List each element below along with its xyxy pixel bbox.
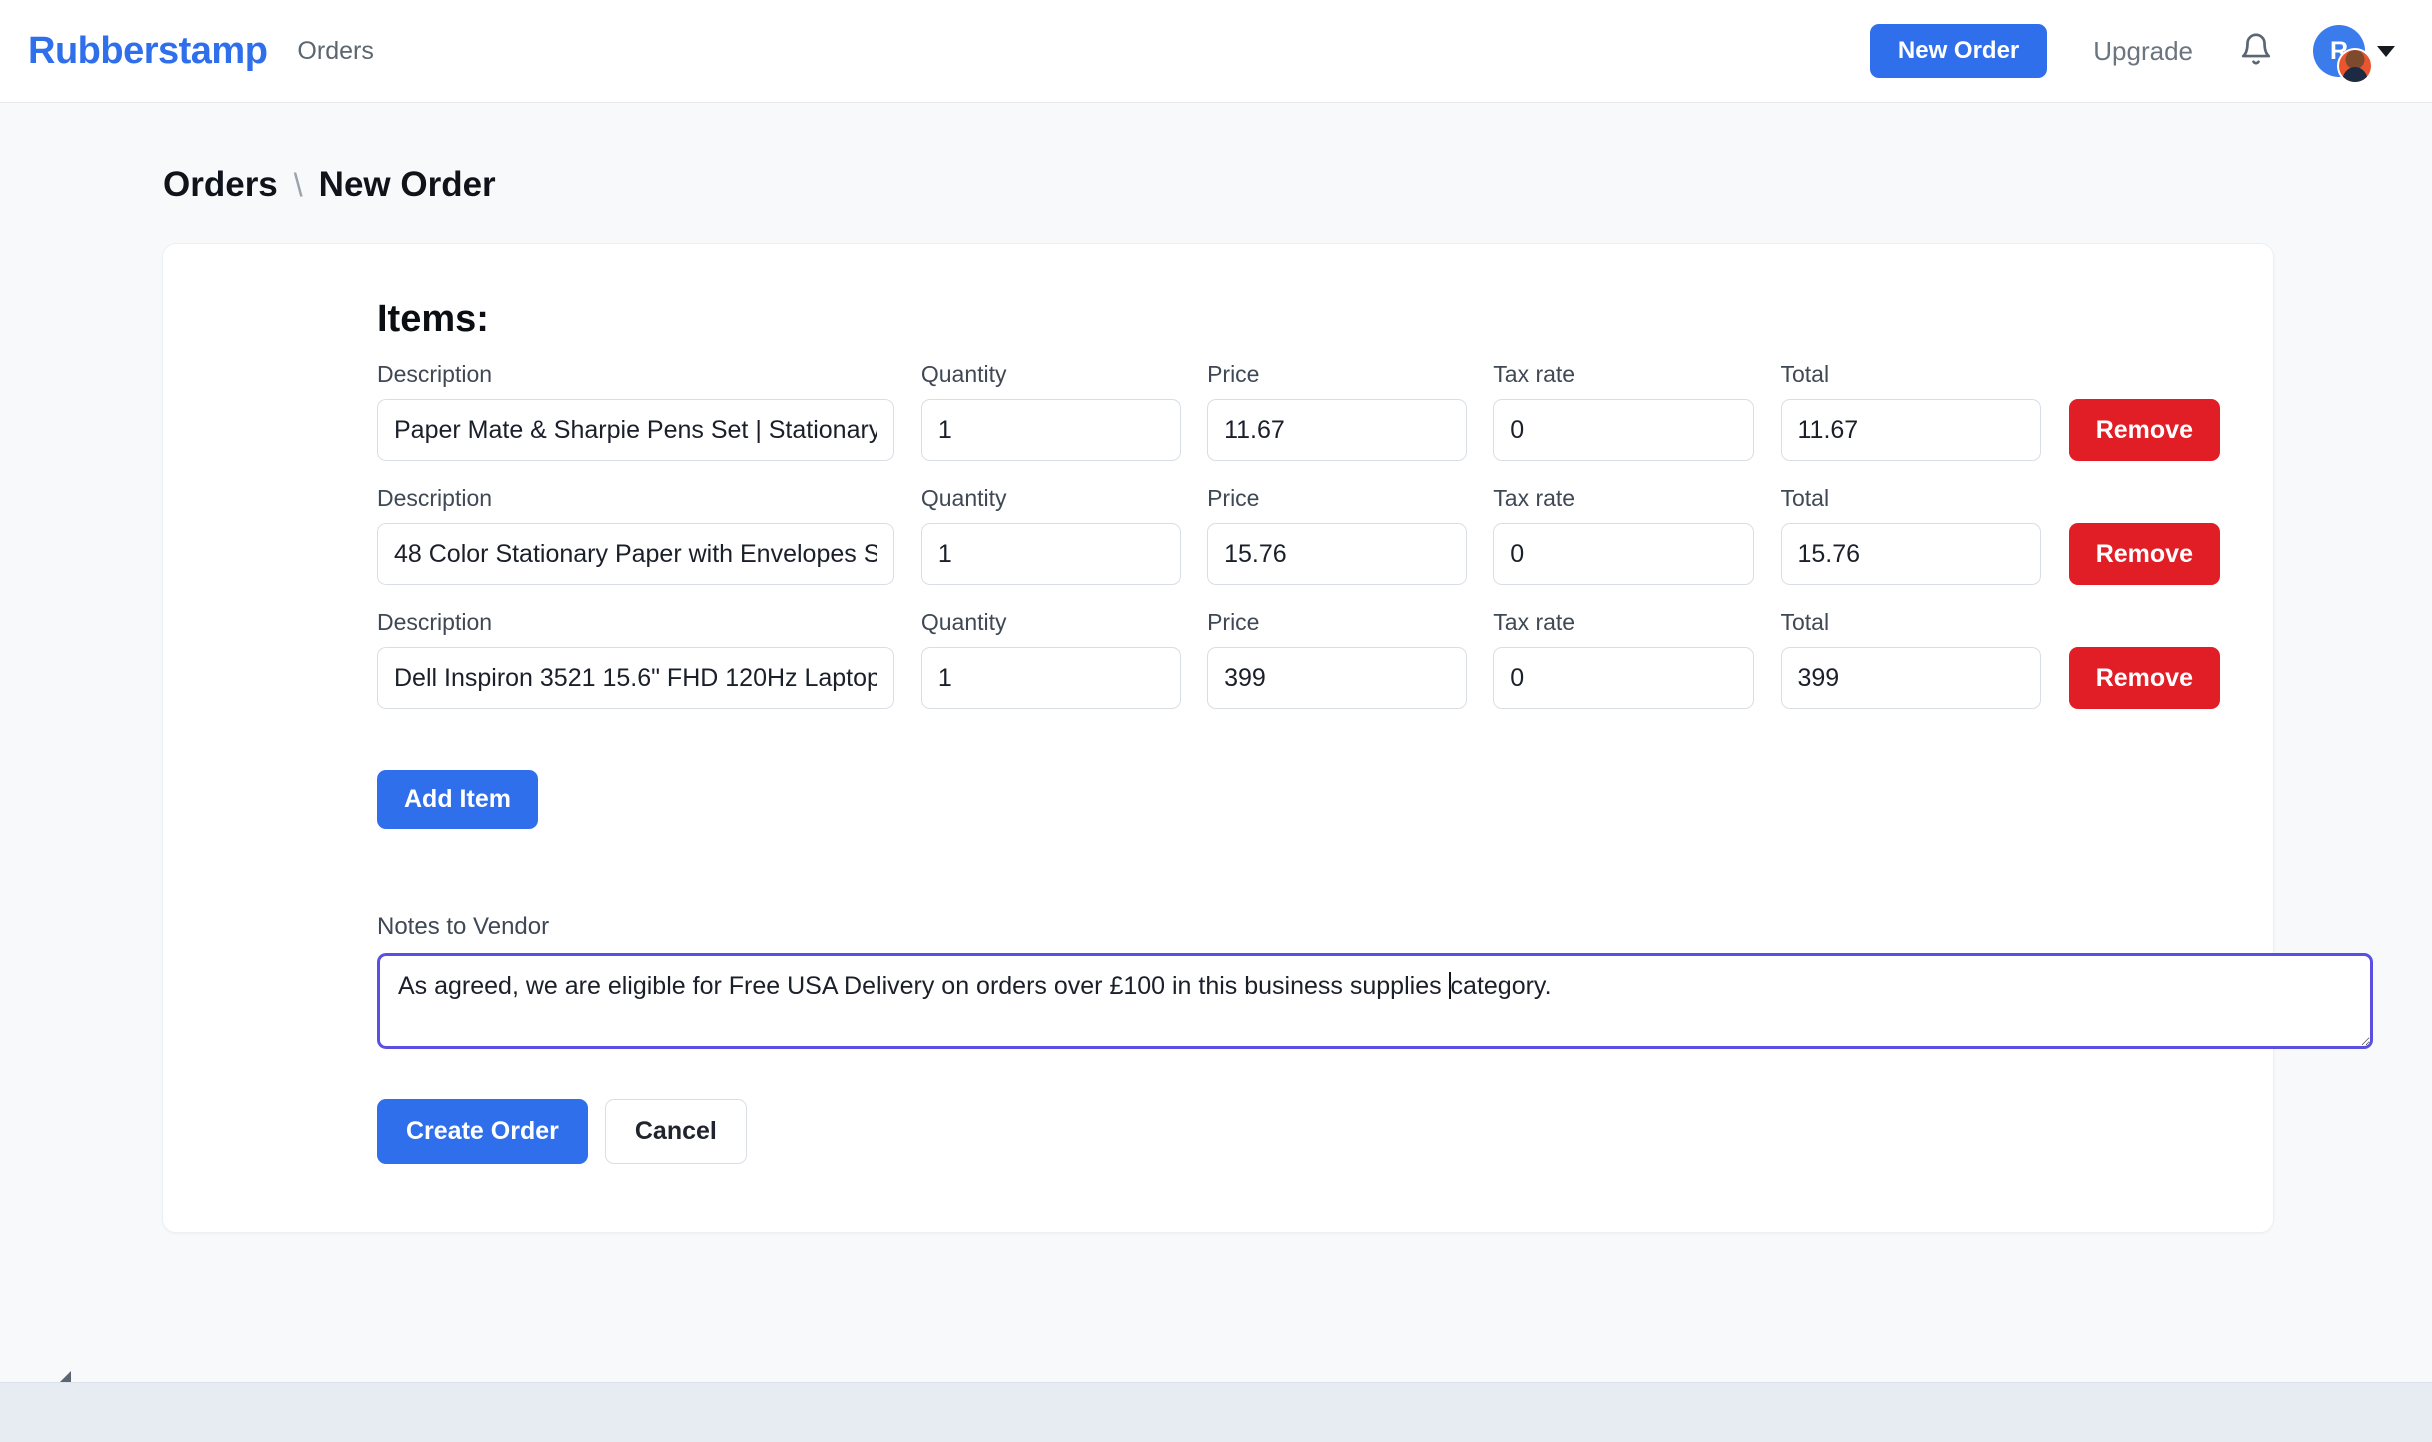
price-label: Price (1207, 361, 1260, 387)
total-input[interactable] (1780, 399, 2041, 461)
tax-rate-input[interactable] (1493, 399, 1754, 461)
app-logo[interactable]: Rubberstamp (28, 30, 268, 73)
tax-rate-input[interactable] (1493, 523, 1754, 585)
quantity-input[interactable] (920, 523, 1182, 585)
total-input[interactable] (1780, 647, 2041, 709)
quantity-label: Quantity (920, 361, 1007, 387)
description-input[interactable] (377, 399, 894, 461)
browser-footer-strip (0, 1371, 2432, 1442)
form-actions: Create Order Cancel (377, 1099, 2220, 1164)
top-header-bar: Rubberstamp Orders New Order Upgrade R (0, 0, 2432, 103)
remove-item-button[interactable]: Remove (2068, 647, 2220, 709)
quantity-field-group: Quantity (920, 609, 1182, 709)
avatar-photo (2337, 48, 2373, 84)
description-input[interactable] (377, 647, 894, 709)
remove-item-button[interactable]: Remove (2068, 523, 2220, 585)
bell-icon (2239, 31, 2273, 72)
account-menu-button[interactable]: R (2313, 25, 2395, 84)
tax-rate-label: Tax rate (1493, 361, 1576, 387)
new-order-button[interactable]: New Order (1869, 24, 2048, 78)
nav-item-orders[interactable]: Orders (297, 37, 373, 66)
description-field-group: Description (377, 485, 894, 585)
price-label: Price (1207, 485, 1260, 511)
price-field-group: Price (1207, 361, 1468, 461)
notes-section: Notes to Vendor As agreed, we are eligib… (377, 913, 2373, 1049)
create-order-button[interactable]: Create Order (377, 1099, 588, 1164)
upgrade-link[interactable]: Upgrade (2093, 36, 2193, 67)
card-content: Items: Description Quantity Price Tax ra… (163, 298, 2373, 1164)
quantity-label: Quantity (920, 485, 1007, 511)
item-row: Description Quantity Price Tax rate Tota… (377, 485, 2220, 585)
price-input[interactable] (1207, 523, 1468, 585)
price-field-group: Price (1207, 609, 1468, 709)
tax-rate-label: Tax rate (1493, 485, 1576, 511)
notes-text-before-caret: As agreed, we are eligible for Free USA … (398, 972, 1449, 1000)
tax-rate-field-group: Tax rate (1493, 485, 1754, 585)
item-row: Description Quantity Price Tax rate Tota… (377, 609, 2220, 709)
tax-rate-input[interactable] (1493, 647, 1754, 709)
tax-rate-label: Tax rate (1493, 609, 1576, 635)
notes-text-after-caret: category. (1450, 972, 1552, 1000)
remove-item-button[interactable]: Remove (2068, 399, 2220, 461)
cancel-button[interactable]: Cancel (604, 1099, 747, 1164)
price-input[interactable] (1207, 399, 1468, 461)
total-label: Total (1780, 361, 1830, 387)
total-input[interactable] (1780, 523, 2041, 585)
resize-handle-icon[interactable] (60, 1371, 71, 1382)
price-field-group: Price (1207, 485, 1468, 585)
description-input[interactable] (377, 523, 894, 585)
quantity-input[interactable] (920, 399, 1182, 461)
quantity-field-group: Quantity (920, 485, 1182, 585)
price-input[interactable] (1207, 647, 1468, 709)
total-field-group: Total (1780, 361, 2041, 461)
breadcrumb-parent[interactable]: Orders (163, 165, 278, 205)
notes-to-vendor-textarea[interactable]: As agreed, we are eligible for Free USA … (377, 953, 2373, 1049)
new-order-card: Items: Description Quantity Price Tax ra… (162, 243, 2373, 1233)
notes-to-vendor-label: Notes to Vendor (377, 913, 550, 940)
description-label: Description (377, 609, 493, 635)
avatar: R (2313, 25, 2373, 84)
add-item-button[interactable]: Add Item (377, 770, 538, 829)
breadcrumb: Orders \ New Order (0, 103, 2432, 205)
breadcrumb-separator: \ (293, 167, 303, 203)
description-label: Description (377, 485, 493, 511)
breadcrumb-current: New Order (318, 165, 496, 204)
description-field-group: Description (377, 609, 894, 709)
chevron-down-icon (2377, 45, 2395, 57)
description-label: Description (377, 361, 493, 387)
item-row: Description Quantity Price Tax rate Tota… (377, 361, 2220, 461)
quantity-input[interactable] (920, 647, 1182, 709)
items-heading: Items: (377, 298, 489, 340)
quantity-label: Quantity (920, 609, 1007, 635)
total-field-group: Total (1780, 609, 2041, 709)
total-label: Total (1780, 609, 1830, 635)
total-field-group: Total (1780, 485, 2041, 585)
description-field-group: Description (377, 361, 894, 461)
notifications-button[interactable] (2239, 31, 2273, 72)
tax-rate-field-group: Tax rate (1493, 361, 1754, 461)
total-label: Total (1780, 485, 1830, 511)
price-label: Price (1207, 609, 1260, 635)
quantity-field-group: Quantity (920, 361, 1182, 461)
tax-rate-field-group: Tax rate (1493, 609, 1754, 709)
